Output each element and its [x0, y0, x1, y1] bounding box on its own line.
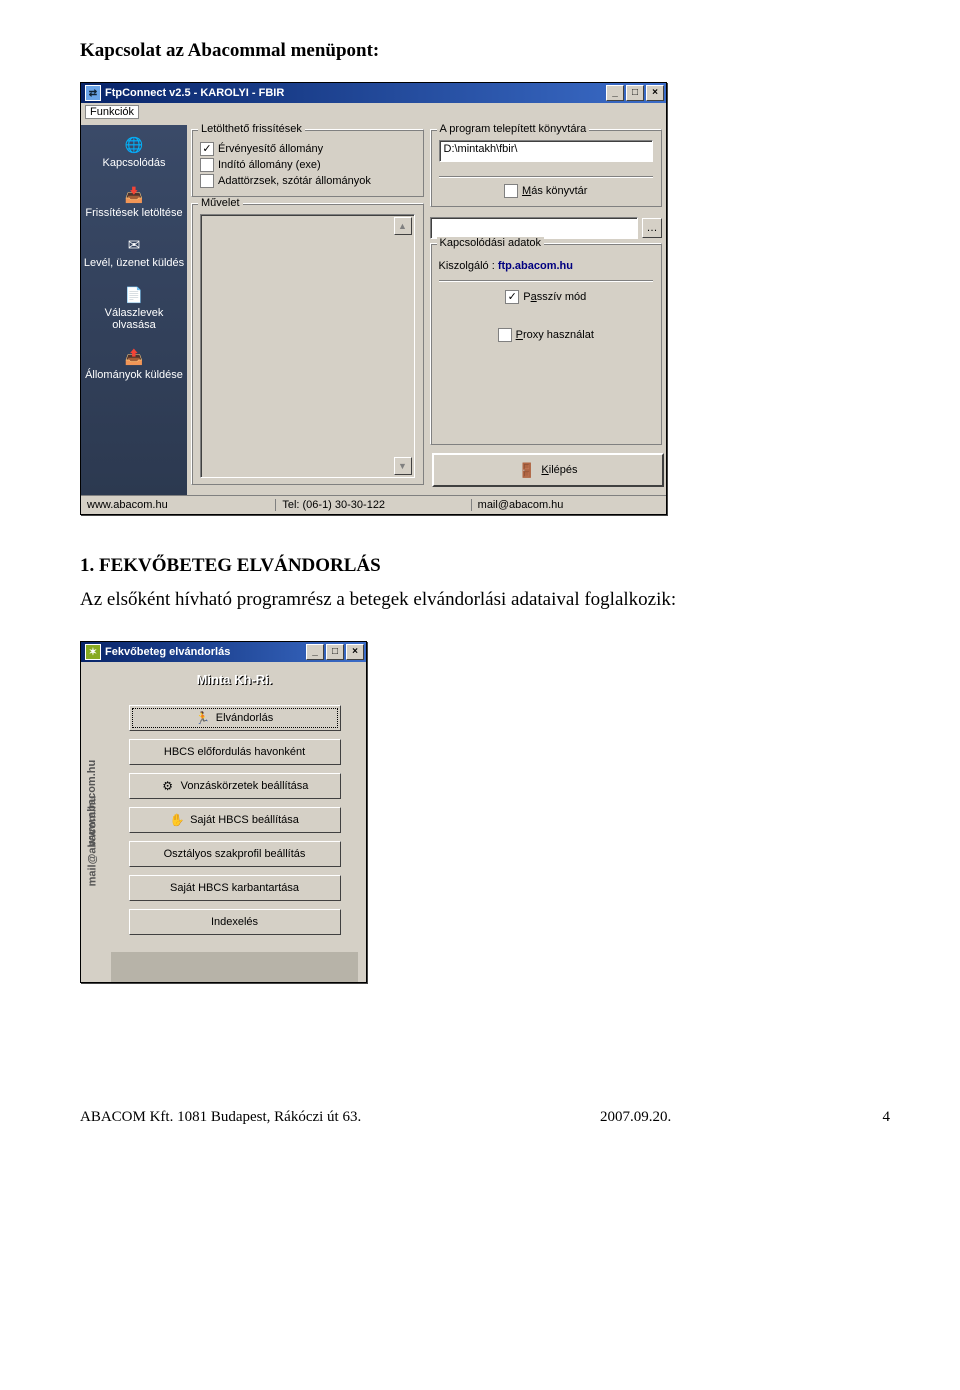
checkbox-other-dir[interactable]: Más könyvtár [504, 184, 587, 198]
menu-sajat-hbcs[interactable]: ✋ Saját HBCS beállítása [129, 807, 341, 833]
exit-label: Kilépés [541, 464, 577, 476]
globe-icon: 🌐 [122, 135, 146, 155]
menubar: Funkciók [81, 103, 666, 125]
checkbox-exe[interactable]: Indító állomány (exe) [200, 158, 415, 172]
maximize-button[interactable]: □ [626, 85, 644, 101]
checkbox-icon [498, 328, 512, 342]
win2-title: Fekvőbeteg elvándorlás [105, 646, 306, 658]
doc-heading-1: Kapcsolat az Abacommal menüpont: [80, 40, 890, 62]
group-updates: ✓ Érvényesítő állomány Indító állomány (… [191, 129, 424, 197]
win1-title: FtpConnect v2.5 - KAROLYI - FBIR [105, 87, 606, 99]
footer-page: 4 [860, 1109, 890, 1126]
app-icon: ✶ [85, 644, 101, 660]
checkbox-label: Adattörzsek, szótár állományok [218, 175, 371, 187]
gear-icon: ⚙ [161, 779, 175, 793]
menu-osztalyos[interactable]: Osztályos szakprofil beállítás [129, 841, 341, 867]
sidebar-item-label: Levél, üzenet küldés [83, 257, 185, 269]
checkbox-label: Indító állomány (exe) [218, 159, 321, 171]
mail-icon: ✉ [122, 235, 146, 255]
minimize-button[interactable]: _ [306, 644, 324, 660]
checkbox-label: Érvényesítő állomány [218, 143, 323, 155]
win2-footer-area [111, 952, 358, 982]
checkbox-icon: ✓ [505, 290, 519, 304]
download-icon: 📥 [122, 185, 146, 205]
group-operation: ▲ ▼ [191, 203, 424, 485]
vertical-bar: www.abacom.hu mail@abacom.hu [81, 662, 103, 982]
sidebar-item-label: Válaszlevek olvasása [83, 307, 185, 331]
sidebar-item-replies[interactable]: 📄 Válaszlevek olvasása [81, 277, 187, 339]
ftpconnect-window: ⇄ FtpConnect v2.5 - KAROLYI - FBIR _ □ ×… [80, 82, 667, 515]
checkbox-label: Proxy használat [516, 329, 594, 341]
upload-icon: 📤 [122, 347, 146, 367]
footer-date: 2007.09.20. [600, 1109, 860, 1126]
win2-titlebar[interactable]: ✶ Fekvőbeteg elvándorlás _ □ × [81, 642, 366, 662]
elvandorlas-window: ✶ Fekvőbeteg elvándorlás _ □ × www.abaco… [80, 641, 367, 983]
button-label: Saját HBCS beállítása [190, 814, 299, 826]
run-icon: 🏃 [196, 711, 210, 725]
sidebar-item-upload[interactable]: 📤 Állományok küldése [81, 339, 187, 389]
menu-vonzaskor[interactable]: ⚙ Vonzáskörzetek beállítása [129, 773, 341, 799]
checkbox-passive[interactable]: ✓ Passzív mód [439, 290, 654, 304]
close-button[interactable]: × [346, 644, 364, 660]
button-label: Indexelés [211, 916, 258, 928]
close-button[interactable]: × [646, 85, 664, 101]
status-tel: Tel: (06-1) 30-30-122 [276, 499, 471, 511]
menu-funkciok[interactable]: Funkciók [85, 105, 139, 119]
checkbox-icon [200, 158, 214, 172]
menu-hbcs-maint[interactable]: Saját HBCS karbantartása [129, 875, 341, 901]
button-label: Vonzáskörzetek beállítása [181, 780, 309, 792]
vertical-mail: mail@abacom.hu [86, 796, 98, 887]
server-value: ftp.abacom.hu [498, 260, 573, 272]
door-icon: 🚪 [518, 462, 535, 479]
win1-titlebar[interactable]: ⇄ FtpConnect v2.5 - KAROLYI - FBIR _ □ × [81, 83, 666, 103]
menu-indexeles[interactable]: Indexelés [129, 909, 341, 935]
menu-hbcs-monthly[interactable]: HBCS előfordulás havonként [129, 739, 341, 765]
doc-heading-2: 1. FEKVŐBETEG ELVÁNDORLÁS [80, 555, 890, 577]
checkbox-icon [504, 184, 518, 198]
menu-elvandorlas[interactable]: 🏃 Elvándorlás [129, 705, 341, 731]
sidebar-item-download[interactable]: 📥 Frissítések letöltése [81, 177, 187, 227]
sidebar-item-connect[interactable]: 🌐 Kapcsolódás [81, 127, 187, 177]
status-url: www.abacom.hu [81, 499, 276, 511]
app-icon: ⇄ [85, 85, 101, 101]
checkbox-datas[interactable]: Adattörzsek, szótár állományok [200, 174, 415, 188]
checkbox-validator[interactable]: ✓ Érvényesítő állomány [200, 142, 415, 156]
scroll-up-button[interactable]: ▲ [394, 217, 412, 235]
doc-icon: 📄 [122, 285, 146, 305]
exit-button[interactable]: 🚪 Kilépés [432, 453, 665, 487]
sidebar-item-label: Frissítések letöltése [83, 207, 185, 219]
other-dir-input[interactable] [430, 217, 639, 239]
hand-icon: ✋ [170, 813, 184, 827]
server-label: Kiszolgáló : [439, 260, 495, 272]
sidebar: 🌐 Kapcsolódás 📥 Frissítések letöltése ✉ … [81, 125, 187, 495]
win2-main-title: Minta Kh-Ri. [197, 672, 273, 687]
maximize-button[interactable]: □ [326, 644, 344, 660]
button-label: Osztályos szakprofil beállítás [164, 848, 306, 860]
status-mail: mail@abacom.hu [472, 499, 666, 511]
sidebar-item-label: Kapcsolódás [83, 157, 185, 169]
button-label: HBCS előfordulás havonként [164, 746, 305, 758]
sidebar-item-sendmail[interactable]: ✉ Levél, üzenet küldés [81, 227, 187, 277]
checkbox-icon: ✓ [200, 142, 214, 156]
page-footer: ABACOM Kft. 1081 Budapest, Rákóczi út 63… [80, 1103, 890, 1126]
checkbox-icon [200, 174, 214, 188]
button-label: Saját HBCS karbantartása [170, 882, 299, 894]
statusbar: www.abacom.hu Tel: (06-1) 30-30-122 mail… [81, 495, 666, 514]
minimize-button[interactable]: _ [606, 85, 624, 101]
scroll-down-button[interactable]: ▼ [394, 457, 412, 475]
browse-button[interactable]: … [642, 218, 662, 238]
install-dir-input[interactable]: D:\mintakh\fbir\ [439, 140, 654, 162]
group-connection: Kiszolgáló : ftp.abacom.hu ✓ Passzív mód [430, 243, 663, 445]
operation-log[interactable]: ▲ ▼ [200, 214, 415, 478]
checkbox-proxy[interactable]: Proxy használat [439, 328, 654, 342]
group-install-dir: D:\mintakh\fbir\ Más könyvtár [430, 129, 663, 207]
sidebar-item-label: Állományok küldése [83, 369, 185, 381]
footer-company: ABACOM Kft. 1081 Budapest, Rákóczi út 63… [80, 1109, 600, 1126]
checkbox-label: Más könyvtár [522, 185, 587, 197]
doc-paragraph: Az elsőként hívható programrész a betege… [80, 589, 890, 611]
button-label: Elvándorlás [216, 712, 273, 724]
checkbox-label: Passzív mód [523, 291, 586, 303]
